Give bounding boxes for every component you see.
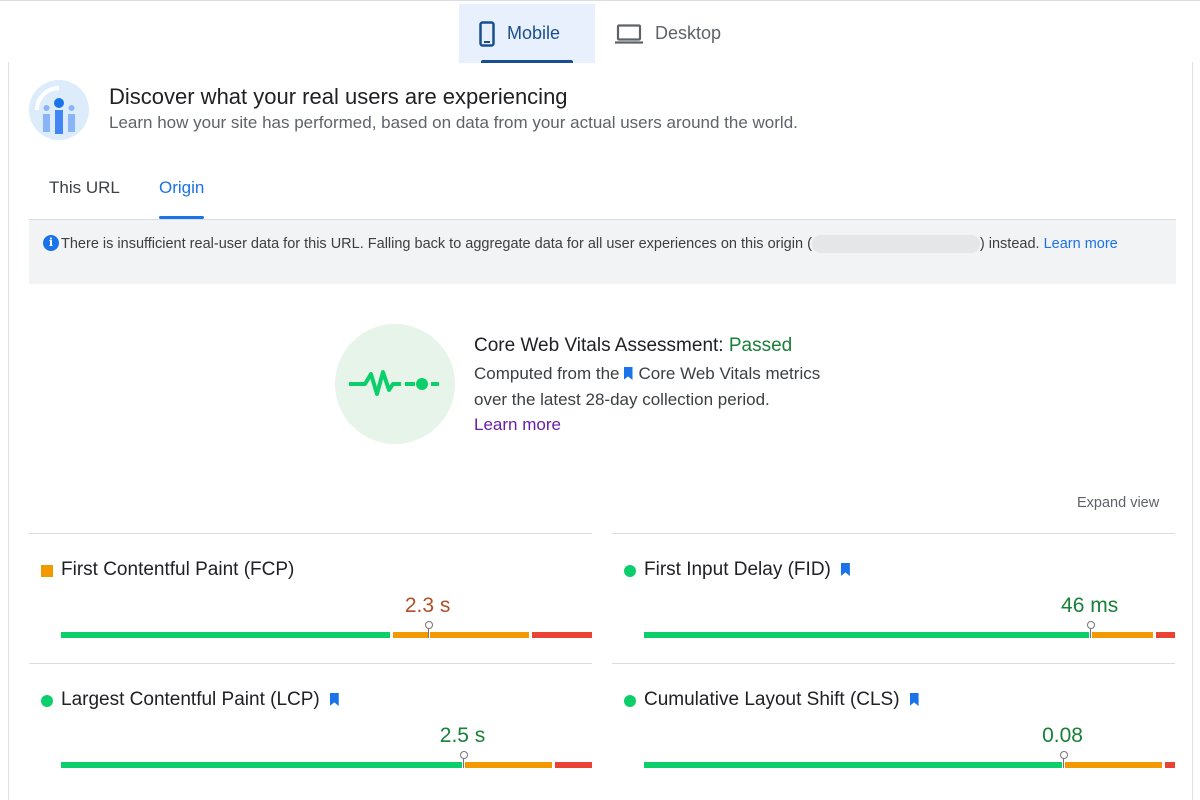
metric-name-text: Cumulative Layout Shift (CLS) xyxy=(644,689,900,710)
metric-name: Largest Contentful Paint (LCP) xyxy=(61,689,345,711)
distribution-poor-segment xyxy=(554,762,592,768)
metric-name: Cumulative Layout Shift (CLS) xyxy=(644,689,925,711)
laptop-icon xyxy=(615,23,643,44)
good-marker-icon xyxy=(41,695,53,707)
metric-name: First Input Delay (FID) xyxy=(644,559,856,581)
assessment-period: over the latest 28-day collection period… xyxy=(474,390,770,409)
distribution-poor-segment xyxy=(1165,762,1175,768)
distribution-bar xyxy=(644,621,1175,638)
field-data-icon xyxy=(29,80,89,140)
core-vital-bookmark-icon xyxy=(840,563,850,576)
metric-value: 2.3 s xyxy=(404,594,451,617)
metric-value: 46 ms xyxy=(1061,594,1119,617)
tab-mobile-label: Mobile xyxy=(507,23,561,43)
field-data-card: Discover what your real users are experi… xyxy=(8,62,1193,800)
tab-origin[interactable]: Origin xyxy=(159,178,205,219)
good-marker-icon xyxy=(624,695,636,707)
percentile-marker xyxy=(459,751,468,768)
distribution-needs-improvement-segment xyxy=(464,762,552,768)
distribution-needs-improvement-segment xyxy=(392,632,529,638)
core-vital-bookmark-icon xyxy=(909,693,919,706)
section-title: Discover what your real users are experi… xyxy=(109,84,568,109)
notice-learn-more-link[interactable]: Learn more xyxy=(1044,236,1118,252)
metric-value: 0.08 xyxy=(1042,724,1083,747)
distribution-good-segment xyxy=(61,762,462,768)
metric-fcp[interactable]: First Contentful Paint (FCP) 2.3 s xyxy=(29,533,592,663)
bookmark-icon xyxy=(623,367,633,380)
expand-view-link[interactable]: Expand view xyxy=(1077,495,1159,511)
device-tabs: Mobile Desktop xyxy=(0,0,1200,63)
tab-origin-label: Origin xyxy=(159,178,205,197)
assessment-title: Core Web Vitals Assessment: Passed xyxy=(474,335,792,357)
distribution-bar xyxy=(61,621,592,638)
distribution-good-segment xyxy=(644,632,1089,638)
metric-name: First Contentful Paint (FCP) xyxy=(61,559,294,581)
needs-improvement-marker-icon xyxy=(41,565,53,577)
vitals-pulse-icon xyxy=(335,324,455,444)
tab-this-url-label: This URL xyxy=(49,178,120,197)
distribution-bar xyxy=(61,751,592,768)
active-tab-indicator xyxy=(159,216,205,219)
core-vital-bookmark-icon xyxy=(329,693,339,706)
scope-tabs: This URL Origin xyxy=(29,160,1176,220)
metric-fid[interactable]: First Input Delay (FID) 46 ms xyxy=(612,533,1175,663)
tab-desktop-label: Desktop xyxy=(655,23,722,43)
distribution-good-segment xyxy=(61,632,390,638)
metric-cls[interactable]: Cumulative Layout Shift (CLS) 0.08 xyxy=(612,663,1175,793)
distribution-good-segment xyxy=(644,762,1062,768)
metric-name-text: First Contentful Paint (FCP) xyxy=(61,559,295,580)
distribution-poor-segment xyxy=(1155,632,1175,638)
good-marker-icon xyxy=(624,565,636,577)
tab-desktop[interactable]: Desktop xyxy=(595,4,745,63)
assessment-title-text: Core Web Vitals Assessment: xyxy=(474,335,729,356)
section-subtitle: Learn how your site has performed, based… xyxy=(109,113,798,132)
notice-text: There is insufficient real-user data for… xyxy=(61,236,812,252)
redacted-origin xyxy=(811,235,980,254)
assessment-learn-more-link[interactable]: Learn more xyxy=(474,415,561,435)
assessment-status: Passed xyxy=(728,335,793,356)
distribution-poor-segment xyxy=(531,632,592,638)
tab-mobile[interactable]: Mobile xyxy=(459,4,595,63)
metric-name-text: First Input Delay (FID) xyxy=(644,559,831,580)
notice-text-end: ) instead. xyxy=(979,236,1044,252)
distribution-bar xyxy=(644,751,1175,768)
metric-value: 2.5 s xyxy=(439,724,486,747)
insufficient-data-notice: i There is insufficient real-user data f… xyxy=(29,220,1176,284)
percentile-marker xyxy=(1059,751,1068,768)
assessment-description: Computed from the Core Web Vitals metrics xyxy=(474,364,820,384)
phone-icon xyxy=(479,20,495,47)
assessment-desc-part: Computed from the xyxy=(474,364,620,383)
assessment-desc-part: Core Web Vitals metrics xyxy=(638,364,821,383)
distribution-needs-improvement-segment xyxy=(1091,632,1153,638)
tab-this-url[interactable]: This URL xyxy=(49,178,120,198)
info-icon: i xyxy=(43,235,59,251)
percentile-marker xyxy=(1086,621,1095,638)
percentile-marker xyxy=(424,621,433,638)
metric-lcp[interactable]: Largest Contentful Paint (LCP) 2.5 s xyxy=(29,663,592,793)
metric-name-text: Largest Contentful Paint (LCP) xyxy=(61,689,320,710)
distribution-needs-improvement-segment xyxy=(1064,762,1163,768)
